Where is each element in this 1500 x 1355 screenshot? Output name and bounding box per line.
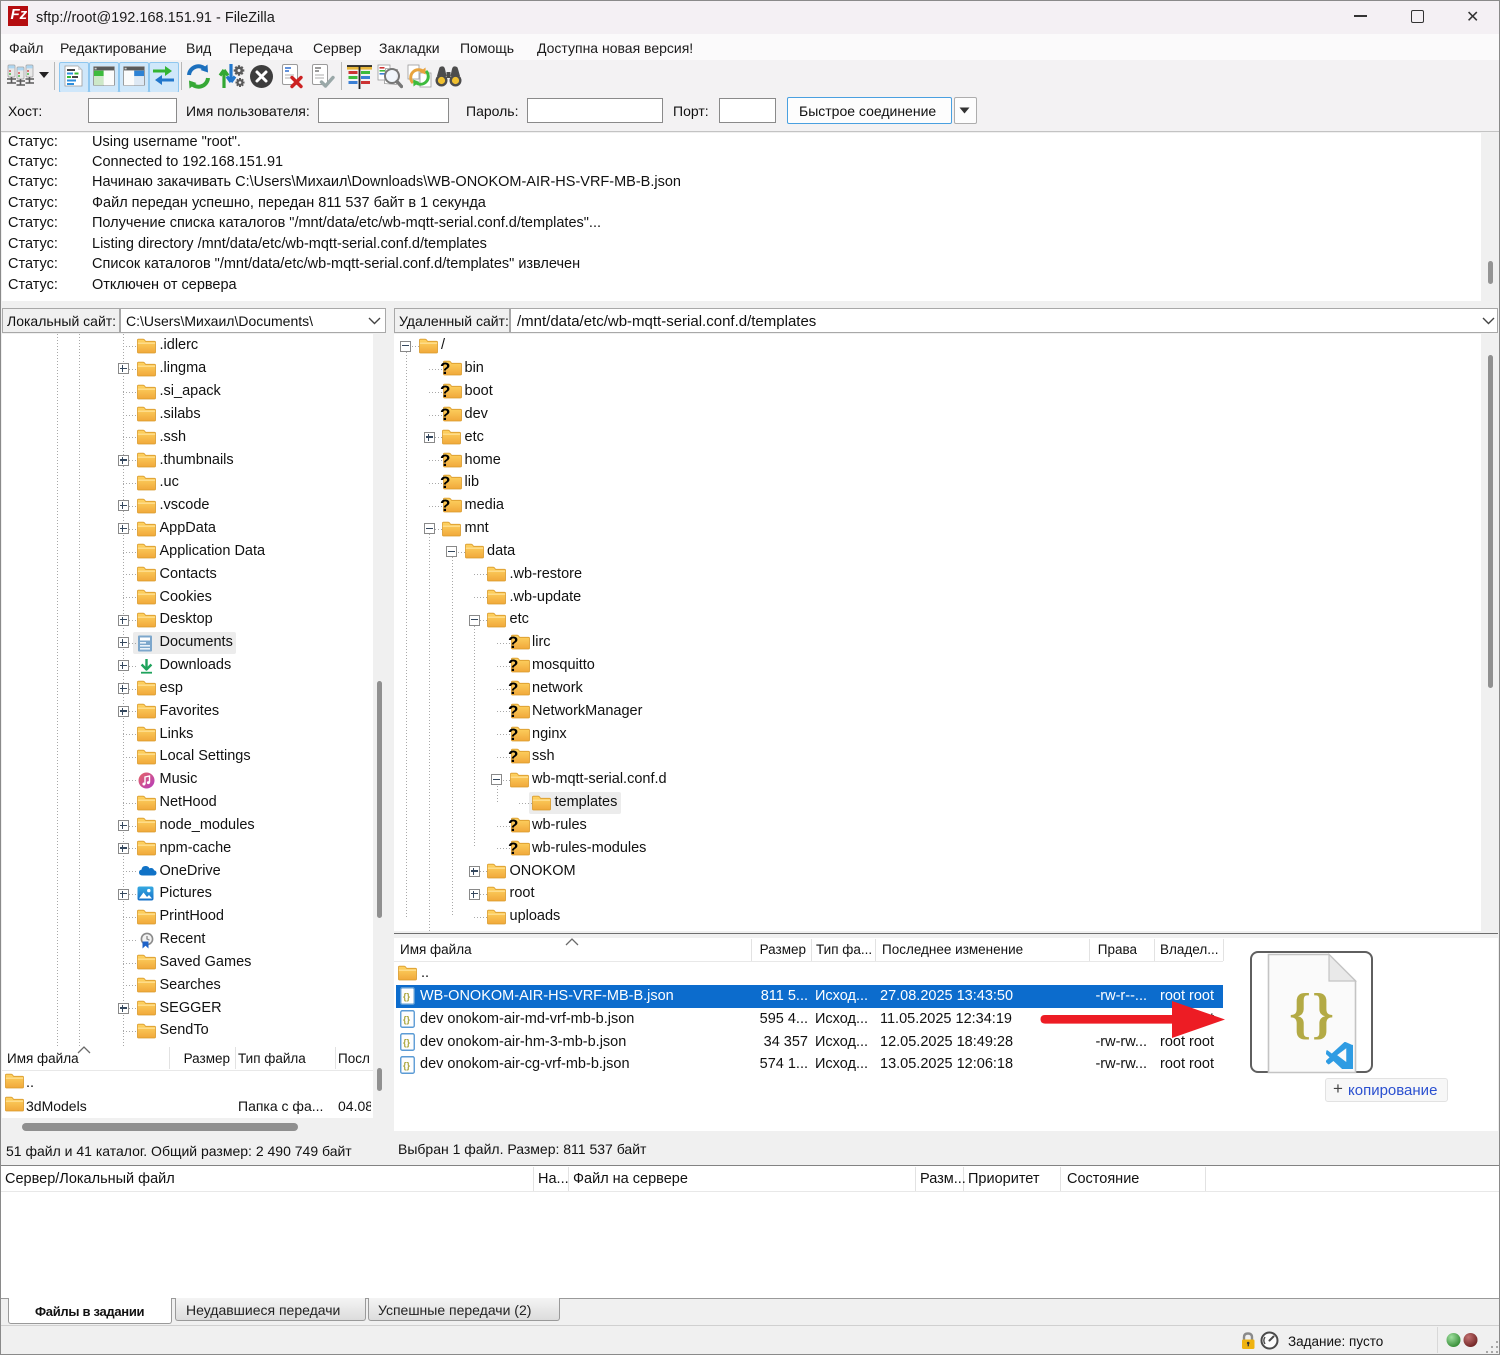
svg-text:?: ?	[508, 747, 518, 765]
svg-text:{}: {}	[403, 1038, 411, 1048]
svg-text:?: ?	[440, 405, 450, 423]
svg-text:{}: {}	[403, 1015, 411, 1025]
svg-text:{}: {}	[403, 992, 411, 1002]
svg-text:{}: {}	[403, 1060, 411, 1070]
svg-text:?: ?	[440, 359, 450, 377]
svg-text:?: ?	[508, 702, 518, 720]
svg-text:?: ?	[508, 816, 518, 834]
svg-text:?: ?	[440, 451, 450, 469]
svg-text:}: }	[1312, 983, 1334, 1045]
svg-text:?: ?	[508, 656, 518, 674]
svg-text:?: ?	[440, 496, 450, 514]
svg-text:?: ?	[508, 839, 518, 857]
svg-text:{: {	[1289, 983, 1311, 1045]
svg-text:?: ?	[440, 473, 450, 491]
svg-text:?: ?	[508, 633, 518, 651]
svg-text:?: ?	[508, 725, 518, 743]
svg-text:?: ?	[440, 382, 450, 400]
svg-text:?: ?	[508, 679, 518, 697]
